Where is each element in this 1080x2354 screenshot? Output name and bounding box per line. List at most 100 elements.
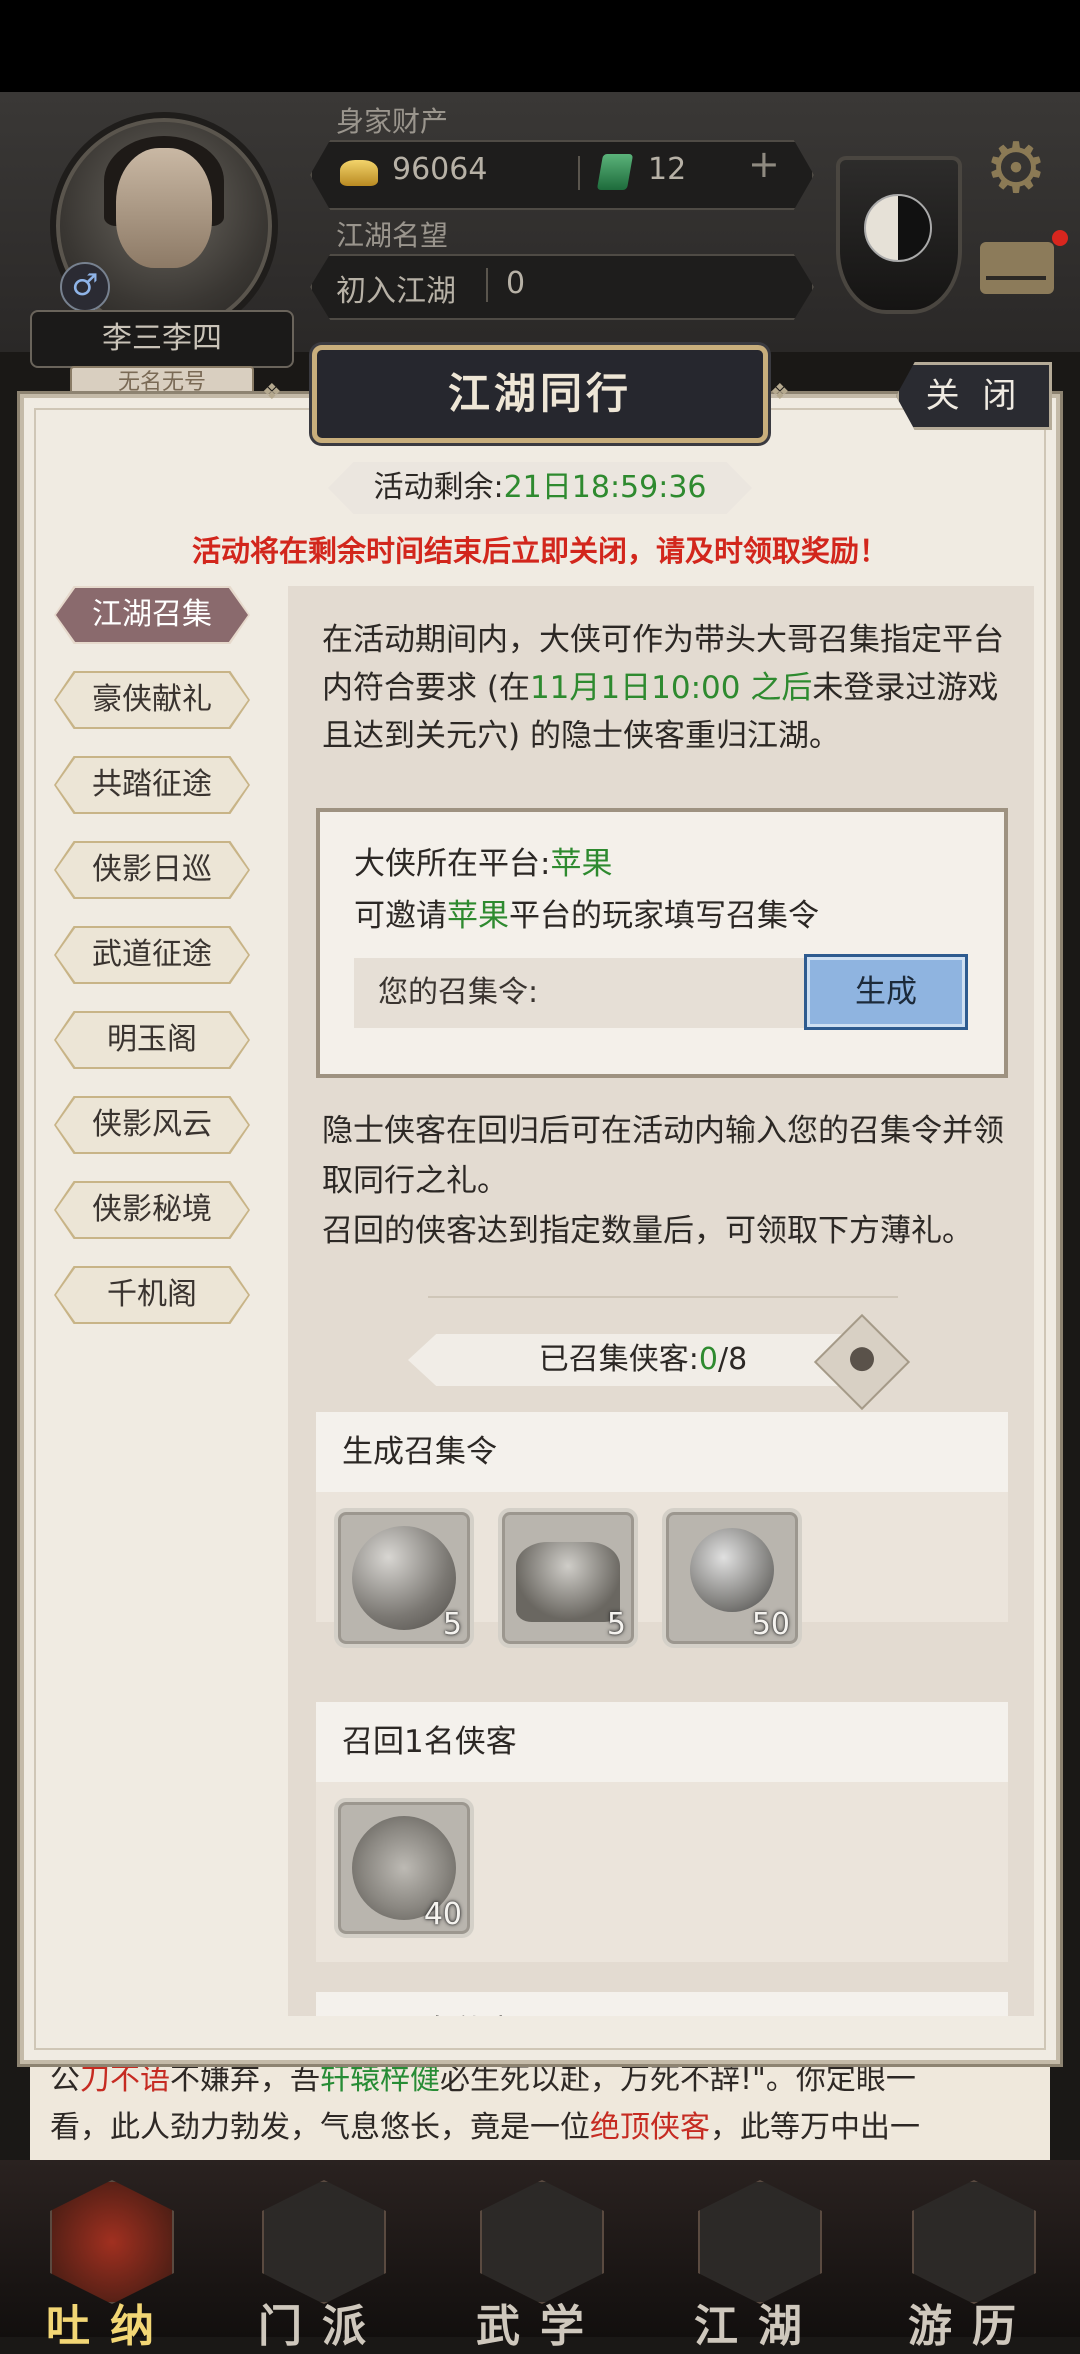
- menu-item-shadow-wind[interactable]: 侠影风云: [56, 1098, 248, 1152]
- reward-title: 召回3名侠客: [316, 1992, 1008, 2016]
- nav-breathing[interactable]: 吐纳: [10, 2170, 210, 2352]
- menu-item-journey[interactable]: 共踏征途: [56, 758, 248, 812]
- menu-item-jade-pavilion[interactable]: 明玉阁: [56, 1013, 248, 1067]
- menu-item-secret-realm[interactable]: 侠影秘境: [56, 1183, 248, 1237]
- title-ornament-right: ❖: [770, 380, 790, 405]
- scroll-book-icon: [480, 2180, 604, 2304]
- story-text-2a: 看，此人劲力勃发，气息悠长，竟是一位: [50, 2110, 590, 2145]
- event-description: 在活动期间内，大侠可作为带头大哥召集指定平台内符合要求 (在11月1日10:00…: [322, 616, 1012, 760]
- close-button[interactable]: 关 闭: [896, 362, 1052, 430]
- story-name-green: 轩辕梓健: [320, 2062, 440, 2097]
- wealth-label: 身家财产: [336, 105, 449, 138]
- status-bar: [0, 0, 1080, 92]
- timer-value: 21日18:59:36: [503, 470, 707, 505]
- story-text: 公刀不语不嫌弃，吾轩辕梓健必生死以赴，万死不辞!"。你定眼一 看，此人劲力勃发，…: [30, 2050, 1050, 2160]
- taiji-badge-icon[interactable]: [836, 156, 962, 314]
- platform-line: 大侠所在平台:苹果: [354, 838, 612, 883]
- collected-label: 已召集侠客:: [538, 1342, 699, 1377]
- reward-items: 40: [316, 1782, 1008, 1962]
- platform-value: 苹果: [550, 846, 613, 882]
- story-name-red: 刀不语: [80, 2062, 170, 2097]
- instruction-line-2: 召回的侠客达到指定数量后，可领取下方薄礼。: [322, 1213, 973, 1249]
- reputation-divider: [486, 268, 488, 302]
- menu-item-hero-gift[interactable]: 豪侠献礼: [56, 673, 248, 727]
- horse-icon: [912, 2180, 1036, 2304]
- menu-item-summon[interactable]: 江湖召集: [56, 588, 248, 642]
- invite-box: 大侠所在平台:苹果 可邀请苹果平台的玩家填写召集令 您的召集令: 生成: [316, 808, 1008, 1078]
- avatar-face: [116, 148, 212, 268]
- menu-item-daily-patrol[interactable]: 侠影日巡: [56, 843, 248, 897]
- reward-items: 5 5 50: [316, 1492, 1008, 1648]
- yin-yang-icon: [864, 194, 932, 262]
- globe-item-icon: [690, 1528, 774, 1612]
- player-name: 李三李四: [30, 310, 294, 368]
- summon-code-field: 您的召集令:: [354, 958, 804, 1028]
- section-divider: [428, 1296, 898, 1298]
- collected-counter: 已召集侠客:0/8: [408, 1334, 878, 1386]
- nav-label: 门派: [258, 2301, 386, 2352]
- reward-item[interactable]: 5: [334, 1508, 474, 1648]
- meditation-icon: [50, 2180, 174, 2304]
- add-currency-icon[interactable]: +: [748, 142, 780, 186]
- wealth-divider: [578, 156, 580, 190]
- invite-line: 可邀请苹果平台的玩家填写召集令: [354, 890, 819, 935]
- close-warning: 活动将在剩余时间结束后立即关闭，请及时领取奖励！: [191, 534, 888, 568]
- orb-item-icon: [352, 1526, 456, 1630]
- bottom-nav: 吐纳 门派 武学 江湖 游历: [0, 2160, 1080, 2352]
- hat-icon: [698, 2180, 822, 2304]
- nav-jianghu[interactable]: 江湖: [658, 2170, 858, 2352]
- item-count: 5: [442, 1607, 462, 1642]
- invite-platform: 苹果: [447, 898, 509, 934]
- gold-ingot-icon: [340, 160, 378, 186]
- reward-item[interactable]: 50: [662, 1508, 802, 1648]
- story-line-2: 看，此人劲力勃发，气息悠长，竟是一位绝顶侠客，此等万中出一: [50, 2104, 1030, 2152]
- eye-icon[interactable]: [813, 1313, 911, 1411]
- player-hud: ♂ 李三李四 无名无号 身家财产 96064 12 + 江湖名望 初入江湖 0 …: [0, 92, 1080, 400]
- summon-instructions: 隐士侠客在回归后可在活动内输入您的召集令并领取同行之礼。 召回的侠客达到指定数量…: [322, 1106, 1012, 1256]
- nav-label: 游历: [908, 2301, 1036, 2352]
- generate-button[interactable]: 生成: [804, 954, 968, 1030]
- timer-prefix: 活动剩余:: [373, 470, 504, 505]
- gold-value: 96064: [392, 152, 488, 187]
- reward-title: 召回1名侠客: [316, 1702, 1008, 1782]
- gear-icon[interactable]: ⚙: [980, 132, 1052, 204]
- story-rank-red: 绝顶侠客: [590, 2110, 710, 2145]
- reputation-value: 0: [506, 266, 526, 301]
- jade-value: 12: [648, 152, 687, 187]
- invite-prefix: 可邀请: [354, 898, 447, 934]
- story-text-1c: 必生死以赴，万死不辞!"。你定眼一: [440, 2062, 916, 2097]
- desc-date: 11月1日10:00 之后: [529, 670, 813, 706]
- reward-item[interactable]: 5: [498, 1508, 638, 1648]
- mail-icon[interactable]: [980, 242, 1054, 294]
- menu-item-machine-pavilion[interactable]: 千机阁: [56, 1268, 248, 1322]
- reputation-label: 江湖名望: [336, 219, 449, 252]
- nav-martial[interactable]: 武学: [440, 2170, 640, 2352]
- content-panel[interactable]: 在活动期间内，大侠可作为带头大哥召集指定平台内符合要求 (在11月1日10:00…: [288, 586, 1034, 2016]
- item-count: 5: [606, 1607, 626, 1642]
- nav-label: 武学: [476, 2301, 604, 2352]
- reward-title: 生成召集令: [316, 1412, 1008, 1492]
- collected-total: /8: [718, 1342, 748, 1377]
- nav-label: 吐纳: [46, 2301, 174, 2352]
- invite-suffix: 平台的玩家填写召集令: [509, 898, 819, 934]
- story-text-2b: ，此等万中出一: [710, 2110, 920, 2145]
- instruction-line-1: 隐士侠客在回归后可在活动内输入您的召集令并领取同行之礼。: [322, 1113, 1004, 1199]
- dialog-title: 江湖同行: [447, 369, 632, 418]
- story-text-1a: 公: [50, 2062, 80, 2097]
- gate-icon: [262, 2180, 386, 2304]
- story-text-1b: 不嫌弃，吾: [170, 2062, 320, 2097]
- item-count: 40: [423, 1897, 462, 1932]
- dialog-title-plate: 江湖同行: [312, 345, 768, 443]
- menu-item-martial-journey[interactable]: 武道征途: [56, 928, 248, 982]
- reputation-rank: 初入江湖: [336, 274, 456, 309]
- mail-notification-dot: [1052, 230, 1068, 246]
- item-count: 50: [751, 1607, 790, 1642]
- reward-item[interactable]: 40: [334, 1798, 474, 1938]
- bowl-item-icon: [516, 1542, 620, 1622]
- event-timer: 活动剩余:21日18:59:36: [328, 462, 752, 514]
- male-gender-icon: ♂: [60, 262, 110, 312]
- jade-icon: [596, 154, 634, 190]
- nav-sect[interactable]: 门派: [222, 2170, 422, 2352]
- nav-travel[interactable]: 游历: [872, 2170, 1072, 2352]
- wealth-bar: [310, 140, 814, 210]
